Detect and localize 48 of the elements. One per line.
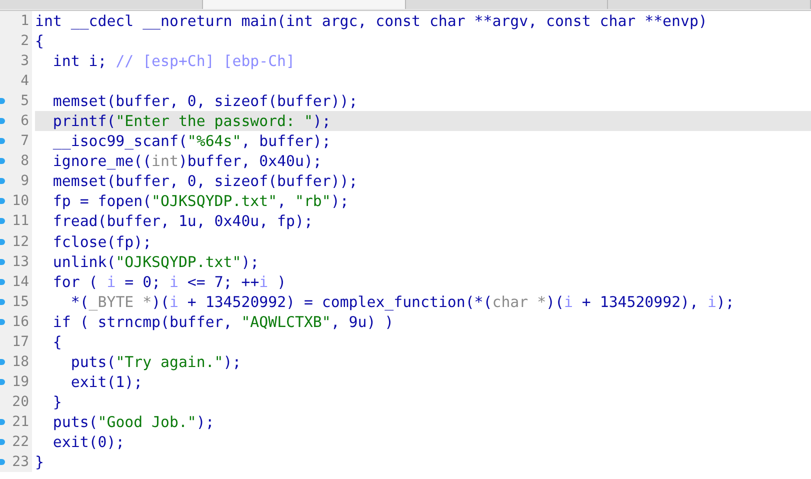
- code-line[interactable]: int __cdecl __noreturn main(int argc, const char **argv, const char **envp): [35, 11, 811, 32]
- code-line[interactable]: fread(buffer, 1u, 0x40u, fp);: [35, 211, 811, 232]
- code-line[interactable]: {: [35, 332, 811, 352]
- line-number: 9: [20, 172, 29, 192]
- line-number: 22: [12, 433, 29, 452]
- code-line[interactable]: memset(buffer, 0, sizeof(buffer));: [35, 91, 811, 112]
- line-number: 4: [20, 72, 29, 92]
- tab[interactable]: [406, 0, 608, 9]
- code-line[interactable]: }: [35, 392, 811, 412]
- line-number: 11: [12, 212, 29, 232]
- code-line[interactable]: int i; // [esp+Ch] [ebp-Ch]: [35, 51, 811, 72]
- code-line[interactable]: {: [35, 31, 811, 52]
- code-line[interactable]: fclose(fp);: [35, 232, 811, 252]
- line-number: 2: [20, 32, 29, 52]
- code-line[interactable]: exit(1);: [35, 372, 811, 392]
- code-line[interactable]: *(_BYTE *)(i + 134520992) = complex_function(*(char *)(i + 134520992), i);: [35, 292, 811, 312]
- line-number: 1: [20, 12, 29, 32]
- line-number: 7: [20, 132, 29, 152]
- line-number: 21: [12, 412, 29, 432]
- line-number: 20: [12, 392, 29, 412]
- code-line[interactable]: ignore_me((int)buffer, 0x40u);: [35, 151, 811, 172]
- tab[interactable]: [202, 0, 406, 9]
- code-line[interactable]: puts("Try again.");: [35, 352, 811, 372]
- code-line[interactable]: unlink("OJKSQYDP.txt");: [35, 252, 811, 272]
- line-number: 6: [20, 112, 29, 132]
- line-number: 17: [12, 332, 29, 352]
- line-number: 19: [12, 372, 29, 392]
- line-number: 3: [20, 52, 29, 72]
- tab[interactable]: [0, 0, 203, 9]
- code-line[interactable]: puts("Good Job.");: [35, 412, 811, 432]
- line-number: 15: [12, 292, 29, 312]
- line-number: 16: [12, 312, 29, 332]
- code-line[interactable]: __isoc99_scanf("%64s", buffer);: [35, 131, 811, 152]
- code-line[interactable]: memset(buffer, 0, sizeof(buffer));: [35, 171, 811, 192]
- line-number: 12: [12, 232, 29, 252]
- code-line[interactable]: if ( strncmp(buffer, "AQWLCTXB", 9u) ): [35, 312, 811, 332]
- line-number: 10: [12, 192, 29, 212]
- code-line[interactable]: }: [35, 452, 811, 472]
- code-line[interactable]: exit(0);: [35, 432, 811, 452]
- code-line[interactable]: for ( i = 0; i <= 7; ++i ): [35, 272, 811, 292]
- tab[interactable]: [608, 0, 811, 9]
- line-number: 13: [12, 252, 29, 272]
- line-number: 14: [12, 272, 29, 292]
- code-line[interactable]: fp = fopen("OJKSQYDP.txt", "rb");: [35, 191, 811, 212]
- line-number: 23: [12, 453, 29, 472]
- line-number: 5: [20, 92, 29, 112]
- line-number: 18: [12, 352, 29, 372]
- line-number: 8: [20, 152, 29, 172]
